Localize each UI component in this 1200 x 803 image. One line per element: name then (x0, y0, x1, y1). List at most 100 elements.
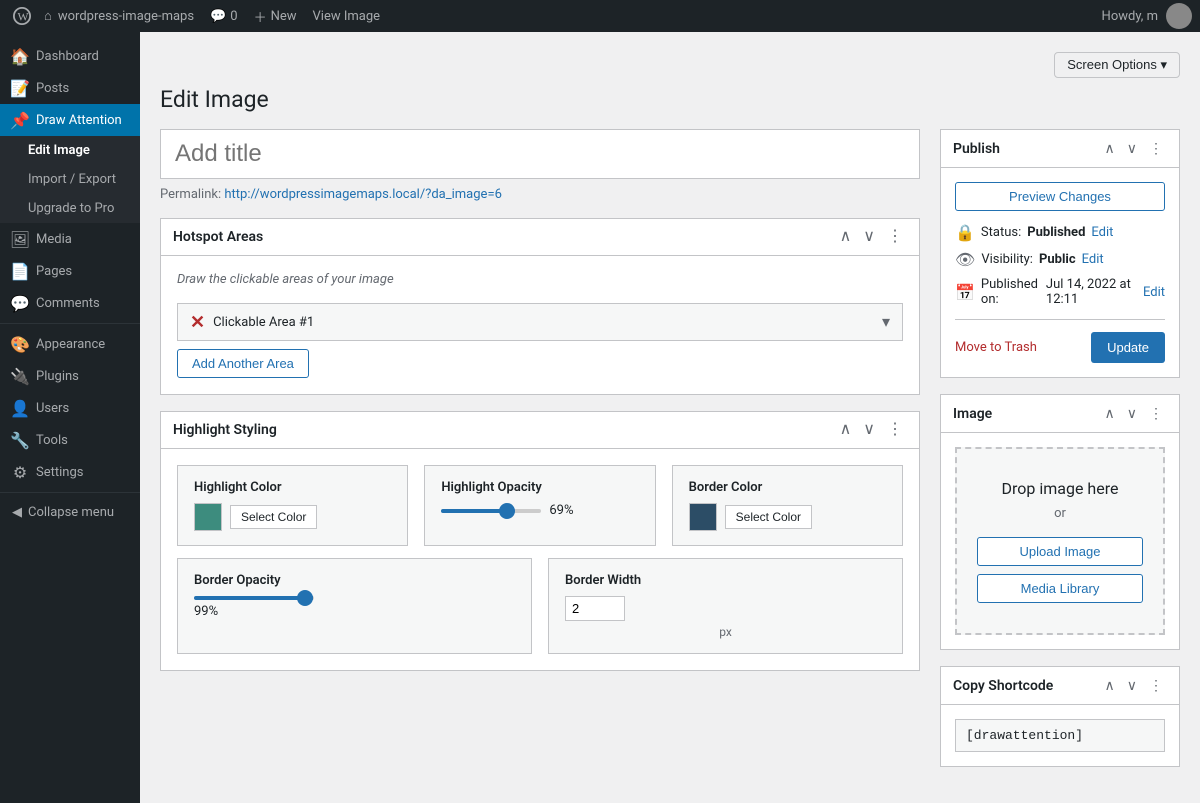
comments-icon: 💬 (210, 9, 226, 24)
sidebar-subitem-upgrade-pro[interactable]: Upgrade to Pro (0, 194, 140, 223)
appearance-icon: 🎨 (12, 336, 28, 352)
delete-area-button[interactable]: ✕ (190, 313, 205, 331)
pages-icon: 📄 (12, 263, 28, 279)
shortcode-collapse-down[interactable]: ∨ (1123, 675, 1141, 696)
media-library-button[interactable]: Media Library (977, 574, 1143, 603)
sidebar-item-users[interactable]: 👤 Users (0, 392, 140, 424)
hotspot-areas-header[interactable]: Hotspot Areas ∧ ∨ ⋮ (161, 219, 919, 256)
clickable-area-left: ✕ Clickable Area #1 (190, 313, 314, 331)
draw-attention-icon: 📌 (12, 112, 28, 128)
metabox-drag[interactable]: ⋮ (883, 227, 907, 247)
settings-icon: ⚙ (12, 464, 28, 480)
screen-options-bar: Screen Options ▾ (160, 52, 1180, 78)
avatar[interactable] (1166, 3, 1192, 29)
update-button[interactable]: Update (1091, 332, 1165, 363)
border-width-input[interactable] (565, 596, 625, 621)
image-drag[interactable]: ⋮ (1145, 403, 1167, 424)
publish-collapse-up[interactable]: ∧ (1101, 138, 1119, 159)
shortcode-collapse-up[interactable]: ∧ (1101, 675, 1119, 696)
hs-drag[interactable]: ⋮ (883, 420, 907, 440)
shortcode-panel-header[interactable]: Copy Shortcode ∧ ∨ ⋮ (941, 667, 1179, 705)
wp-logo-icon[interactable]: W (8, 2, 36, 30)
highlight-color-row: Select Color (194, 503, 391, 531)
border-color-swatch[interactable] (689, 503, 717, 531)
visibility-edit-link[interactable]: Edit (1082, 252, 1104, 267)
metabox-collapse-down[interactable]: ∨ (859, 227, 879, 247)
highlight-styling-header[interactable]: Highlight Styling ∧ ∨ ⋮ (161, 412, 919, 449)
adminbar-right: Howdy, m (1102, 3, 1192, 29)
publish-panel: Publish ∧ ∨ ⋮ Preview Changes 🔒 (940, 129, 1180, 378)
border-opacity-cell: Border Opacity 99% (177, 558, 532, 654)
image-collapse-down[interactable]: ∨ (1123, 403, 1141, 424)
metabox-controls: ∧ ∨ ⋮ (836, 227, 907, 247)
move-to-trash-link[interactable]: Move to Trash (955, 340, 1037, 355)
adminbar-site-name[interactable]: ⌂ wordpress-image-maps (36, 8, 202, 24)
calendar-icon: 📅 (955, 283, 975, 302)
publish-controls: ∧ ∨ ⋮ (1101, 138, 1168, 159)
sidebar-item-settings[interactable]: ⚙ Settings (0, 456, 140, 488)
plugins-icon: 🔌 (12, 368, 28, 384)
add-area-button[interactable]: Add Another Area (177, 349, 309, 378)
posts-icon: 📝 (12, 80, 28, 96)
sidebar-collapse[interactable]: ◀ Collapse menu (0, 497, 140, 528)
upload-image-button[interactable]: Upload Image (977, 537, 1143, 566)
adminbar-comments[interactable]: 💬 0 (202, 9, 246, 24)
collapse-icon: ◀ (12, 505, 22, 520)
title-input[interactable] (160, 129, 920, 179)
sidebar-item-media[interactable]: 🖼 Media (0, 223, 140, 255)
highlight-color-select-btn[interactable]: Select Color (230, 505, 317, 529)
border-color-select-btn[interactable]: Select Color (725, 505, 812, 529)
image-panel-body: Drop image here or Upload Image Media Li… (941, 433, 1179, 649)
publish-drag[interactable]: ⋮ (1145, 138, 1167, 159)
plus-icon: ＋ (254, 7, 267, 26)
shortcode-drag[interactable]: ⋮ (1145, 675, 1167, 696)
published-edit-link[interactable]: Edit (1143, 285, 1165, 300)
image-buttons: Upload Image Media Library (977, 537, 1143, 603)
hs-row-top: Highlight Color Select Color (177, 465, 903, 546)
preview-changes-button[interactable]: Preview Changes (955, 182, 1165, 211)
highlight-opacity-slider[interactable] (441, 509, 541, 513)
adminbar-new[interactable]: ＋ New (246, 7, 305, 26)
highlight-color-swatch[interactable] (194, 503, 222, 531)
image-collapse-up[interactable]: ∧ (1101, 403, 1119, 424)
border-color-row: Select Color (689, 503, 886, 531)
sidebar-item-dashboard[interactable]: 🏠 Dashboard (0, 40, 140, 72)
sidebar-item-plugins[interactable]: 🔌 Plugins (0, 360, 140, 392)
hs-collapse-up[interactable]: ∧ (836, 420, 856, 440)
sidebar-item-appearance[interactable]: 🎨 Appearance (0, 328, 140, 360)
publish-actions: Move to Trash Update (955, 319, 1165, 363)
image-panel-header[interactable]: Image ∧ ∨ ⋮ (941, 395, 1179, 433)
sidebar-item-comments[interactable]: 💬 Comments (0, 287, 140, 319)
sidebar-item-draw-attention[interactable]: 📌 Draw Attention (0, 104, 140, 136)
status-edit-link[interactable]: Edit (1091, 225, 1113, 240)
site-icon: ⌂ (44, 8, 52, 24)
shortcode-controls: ∧ ∨ ⋮ (1101, 675, 1168, 696)
permalink-link[interactable]: http://wordpressimagemaps.local/?da_imag… (224, 187, 502, 202)
comments-side-icon: 💬 (12, 295, 28, 311)
publish-collapse-down[interactable]: ∨ (1123, 138, 1141, 159)
edit-layout: Permalink: http://wordpressimagemaps.loc… (160, 129, 1180, 783)
sidebar-subitem-edit-image[interactable]: Edit Image (0, 136, 140, 165)
sidebar-item-pages[interactable]: 📄 Pages (0, 255, 140, 287)
area-expand-button[interactable]: ▾ (882, 312, 890, 332)
screen-options-button[interactable]: Screen Options ▾ (1054, 52, 1180, 78)
border-width-cell: Border Width px (548, 558, 903, 654)
sidebar: 🏠 Dashboard 📝 Posts 📌 Draw Attention Edi… (0, 32, 140, 803)
main-layout: 🏠 Dashboard 📝 Posts 📌 Draw Attention Edi… (0, 0, 1200, 803)
publish-status: 🔒 Status: Published Edit (955, 223, 1165, 242)
metabox-collapse-up[interactable]: ∧ (836, 227, 856, 247)
sidebar-item-tools[interactable]: 🔧 Tools (0, 424, 140, 456)
publish-panel-header[interactable]: Publish ∧ ∨ ⋮ (941, 130, 1179, 168)
shortcode-value[interactable]: [drawattention] (955, 719, 1165, 752)
svg-text:W: W (18, 11, 30, 24)
hs-collapse-down[interactable]: ∨ (859, 420, 879, 440)
dashboard-icon: 🏠 (12, 48, 28, 64)
image-drop-zone[interactable]: Drop image here or Upload Image Media Li… (955, 447, 1165, 635)
border-color-cell: Border Color Select Color (672, 465, 903, 546)
border-opacity-slider[interactable] (194, 596, 314, 600)
status-icon: 🔒 (955, 223, 975, 242)
adminbar-view-image[interactable]: View Image (305, 9, 389, 24)
sidebar-item-posts[interactable]: 📝 Posts (0, 72, 140, 104)
users-icon: 👤 (12, 400, 28, 416)
sidebar-subitem-import-export[interactable]: Import / Export (0, 165, 140, 194)
